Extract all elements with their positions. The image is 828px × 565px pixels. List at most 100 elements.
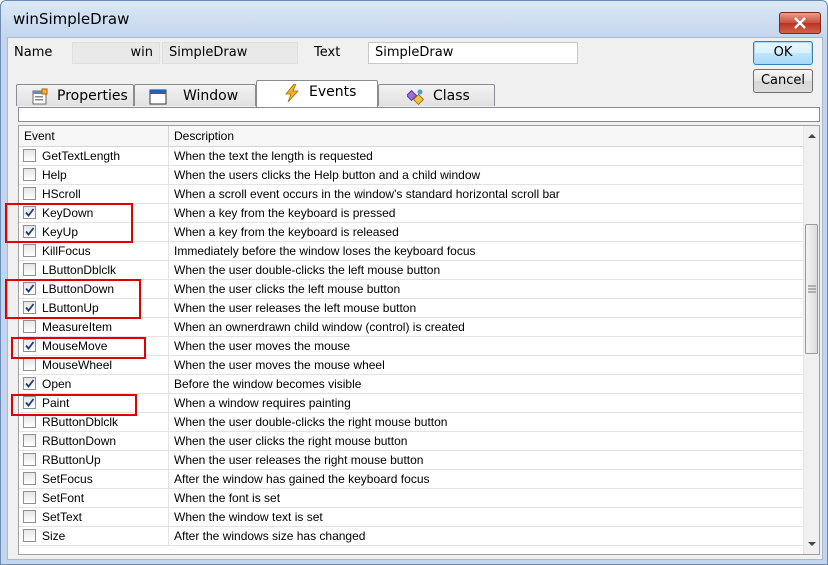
column-divider[interactable]: [168, 126, 169, 146]
cancel-button[interactable]: Cancel: [753, 69, 813, 93]
table-row[interactable]: RButtonUp When the user releases the righ…: [19, 451, 803, 470]
properties-icon: [32, 88, 48, 105]
tab-window[interactable]: Window: [134, 84, 256, 106]
event-name: SetFont: [42, 491, 85, 505]
cell-divider: [168, 147, 169, 165]
event-description: When the user moves the mouse wheel: [174, 358, 385, 372]
tab-events-label: Events: [309, 84, 357, 100]
event-checkbox[interactable]: [23, 415, 36, 428]
ok-button[interactable]: OK: [753, 41, 813, 65]
event-description: Immediately before the window loses the …: [174, 244, 476, 258]
event-name: GetTextLength: [42, 149, 121, 163]
tab-panel-strip: [18, 107, 820, 122]
table-row[interactable]: SetFont When the font is set: [19, 489, 803, 508]
window-title: winSimpleDraw: [13, 10, 130, 28]
event-name: KillFocus: [42, 244, 91, 258]
event-checkbox[interactable]: [23, 149, 36, 162]
event-description: When the users clicks the Help button an…: [174, 168, 481, 182]
event-checkbox[interactable]: [23, 453, 36, 466]
table-row[interactable]: MeasureItem When an ownerdrawn child wind…: [19, 318, 803, 337]
cell-divider: [168, 299, 169, 317]
event-checkbox[interactable]: [23, 510, 36, 523]
event-checkbox[interactable]: [23, 434, 36, 447]
table-row[interactable]: KillFocus Immediately before the window l…: [19, 242, 803, 261]
table-row[interactable]: SetText When the window text is set: [19, 508, 803, 527]
name-field[interactable]: SimpleDraw: [162, 42, 298, 64]
cell-divider: [168, 508, 169, 526]
event-description: When the window text is set: [174, 510, 323, 524]
event-checkbox[interactable]: [23, 491, 36, 504]
class-icon: [407, 89, 425, 106]
event-description: When a window requires painting: [174, 396, 351, 410]
cell-divider: [168, 318, 169, 336]
scroll-up-icon[interactable]: [808, 132, 816, 140]
tab-events[interactable]: Events: [256, 80, 378, 107]
table-row[interactable]: Size After the windows size has changed: [19, 527, 803, 546]
cell-divider: [168, 489, 169, 507]
table-row[interactable]: HScroll When a scroll event occurs in the…: [19, 185, 803, 204]
highlight-paint: [11, 394, 137, 416]
checkmark-icon: [25, 379, 35, 388]
cell-divider: [168, 223, 169, 241]
event-name: RButtonUp: [42, 453, 101, 467]
highlight-lbutton: [5, 279, 141, 319]
event-description: When the user clicks the left mouse butt…: [174, 282, 401, 296]
cell-divider: [168, 413, 169, 431]
table-row[interactable]: SetFocus After the window has gained the …: [19, 470, 803, 489]
event-description: When the user clicks the right mouse but…: [174, 434, 408, 448]
event-name: RButtonDown: [42, 434, 117, 448]
event-checkbox[interactable]: [23, 187, 36, 200]
table-row[interactable]: KeyDown When a key from the keyboard is p…: [19, 204, 803, 223]
event-checkbox[interactable]: [23, 320, 36, 333]
event-checkbox[interactable]: [23, 529, 36, 542]
grip-icon: [808, 285, 816, 293]
table-row[interactable]: RButtonDown When the user clicks the righ…: [19, 432, 803, 451]
highlight-mousemove: [11, 337, 146, 359]
cell-divider: [168, 261, 169, 279]
event-description: When a scroll event occurs in the window…: [174, 187, 560, 201]
event-description: When the font is set: [174, 491, 281, 505]
event-name: LButtonDblclk: [42, 263, 117, 277]
close-button[interactable]: [779, 12, 821, 34]
event-checkbox[interactable]: [23, 358, 36, 371]
cell-divider: [168, 451, 169, 469]
event-description: When a key from the keyboard is released: [174, 225, 399, 239]
close-icon: [794, 17, 806, 29]
tab-class[interactable]: Class: [378, 84, 495, 106]
scroll-down-icon[interactable]: [808, 540, 816, 548]
name-prefix-value: win: [130, 45, 153, 60]
text-field[interactable]: SimpleDraw: [368, 42, 578, 64]
column-header-event[interactable]: Event: [24, 129, 55, 143]
table-row[interactable]: KeyUp When a key from the keyboard is rel…: [19, 223, 803, 242]
cell-divider: [168, 280, 169, 298]
dialog-window: winSimpleDraw Name win SimpleDraw Text S…: [0, 0, 828, 565]
cell-divider: [168, 204, 169, 222]
table-row[interactable]: Help When the users clicks the Help butto…: [19, 166, 803, 185]
event-checkbox[interactable]: [23, 244, 36, 257]
vertical-scrollbar[interactable]: [803, 126, 819, 554]
cell-divider: [168, 394, 169, 412]
event-description: When an ownerdrawn child window (control…: [174, 320, 465, 334]
table-row[interactable]: GetTextLength When the text the length is…: [19, 147, 803, 166]
table-row[interactable]: Open Before the window becomes visible: [19, 375, 803, 394]
event-checkbox[interactable]: [23, 472, 36, 485]
scrollbar-thumb[interactable]: [805, 224, 818, 354]
event-description: After the window has gained the keyboard…: [174, 472, 430, 486]
cell-divider: [168, 470, 169, 488]
event-description: When the user moves the mouse: [174, 339, 351, 353]
title-bar: winSimpleDraw: [1, 1, 827, 37]
event-description: When the user releases the left mouse bu…: [174, 301, 417, 315]
event-checkbox[interactable]: [23, 168, 36, 181]
table-row[interactable]: LButtonDblclk When the user double-clicks…: [19, 261, 803, 280]
tab-window-label: Window: [183, 88, 239, 104]
event-checkbox[interactable]: [23, 263, 36, 276]
tab-properties[interactable]: Properties: [16, 84, 134, 106]
cell-divider: [168, 356, 169, 374]
event-name: SetText: [42, 510, 83, 524]
cell-divider: [168, 432, 169, 450]
tab-class-label: Class: [433, 88, 470, 104]
event-checkbox[interactable]: [23, 377, 36, 390]
event-name: HScroll: [42, 187, 81, 201]
column-header-description[interactable]: Description: [174, 129, 234, 143]
cell-divider: [168, 166, 169, 184]
